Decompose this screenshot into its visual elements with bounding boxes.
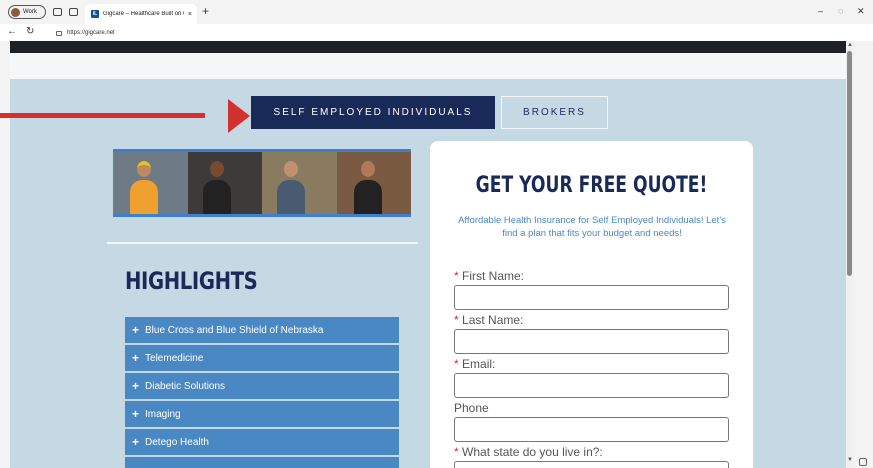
web-page: SELF EMPLOYED INDIVIDUALS BROKERS HIGHLI… [10,41,846,468]
plus-icon: + [132,379,140,393]
site-header-band [10,53,846,79]
section-divider [107,242,418,244]
workspaces-icon[interactable] [53,8,62,16]
photo-panel-baker [336,152,411,214]
email-input[interactable] [454,373,729,398]
address-bar-row: ← ↻ https://gigcare.net [0,24,873,41]
plus-icon: + [132,351,140,365]
tab-close-icon[interactable]: × [188,11,192,18]
last-name-label: * Last Name: [454,313,524,327]
plus-icon: + [132,323,140,337]
new-tab-button[interactable]: + [202,5,209,17]
gigcare-favicon-icon: iL [91,10,99,18]
tab-title: Gigcare – Healthcare Built on Co [103,11,184,17]
scrollbar-thumb[interactable] [847,51,852,276]
accordion-label: Diabetic Solutions [145,380,226,392]
photo-panel-freelancer [187,152,262,214]
profile-label: Work [23,9,37,15]
refresh-icon[interactable]: ↻ [26,26,34,38]
tab-actions-icon[interactable] [69,8,78,16]
workers-photo-banner [113,149,411,217]
avatar [11,7,20,17]
settings-icon[interactable] [859,458,867,466]
quote-title: GET YOUR FREE QUOTE! [475,173,708,198]
state-select[interactable] [454,461,729,468]
last-name-input[interactable] [454,329,729,354]
scroll-down-icon[interactable]: ▼ [847,457,853,463]
accordion-item[interactable]: + Blue Cross and Blue Shield of Nebraska [125,317,399,343]
brokers-button[interactable]: BROKERS [501,96,608,129]
phone-input[interactable] [454,417,729,442]
photo-panel-construction-worker [113,152,188,214]
window-close-icon[interactable]: ✕ [857,6,865,16]
browser-tab-bar: Work iL Gigcare – Healthcare Built on Co… [0,0,873,24]
minimize-icon[interactable]: – [818,6,823,16]
accordion-label: Detego Health [145,436,209,448]
highlights-heading: HIGHLIGHTS [125,267,258,295]
scroll-up-icon[interactable]: ▲ [847,42,853,48]
accordion-item[interactable]: + Telemedicine [125,345,399,371]
restore-icon[interactable]: ◌ [838,6,843,16]
state-label: * What state do you live in?: [454,445,603,459]
quote-form-card: GET YOUR FREE QUOTE! Affordable Health I… [430,141,753,468]
plus-icon: + [132,435,140,449]
url-text: https://gigcare.net [67,29,115,36]
accordion-item-partial[interactable] [125,457,399,468]
profile-button[interactable]: Work [8,5,46,19]
accordion-item[interactable]: + Diabetic Solutions [125,373,399,399]
accordion-label: Blue Cross and Blue Shield of Nebraska [145,324,324,336]
annotation-arrow-line [0,113,205,118]
browser-tab[interactable]: iL Gigcare – Healthcare Built on Co × [85,4,197,24]
site-top-nav [10,41,846,53]
accordion-label: Imaging [145,408,181,420]
browser-side-strip [854,41,873,468]
photo-panel-craftsman [262,152,337,214]
accordion-item[interactable]: + Imaging [125,401,399,427]
first-name-input[interactable] [454,285,729,310]
self-employed-individuals-button[interactable]: SELF EMPLOYED INDIVIDUALS [251,96,495,129]
back-arrow-icon[interactable]: ← [7,26,17,38]
phone-label: Phone [454,401,489,415]
annotation-arrow-head-icon [228,99,250,133]
accordion-item[interactable]: + Detego Health [125,429,399,455]
plus-icon: + [132,407,140,421]
first-name-label: * First Name: [454,269,525,283]
accordion-label: Telemedicine [145,352,204,364]
quote-subtitle: Affordable Health Insurance for Self Emp… [458,215,726,239]
lock-icon [56,31,62,36]
page-scrollbar[interactable]: ▲ ▼ [846,41,854,468]
url-field[interactable]: https://gigcare.net [56,26,706,39]
email-label: * Email: [454,357,496,371]
